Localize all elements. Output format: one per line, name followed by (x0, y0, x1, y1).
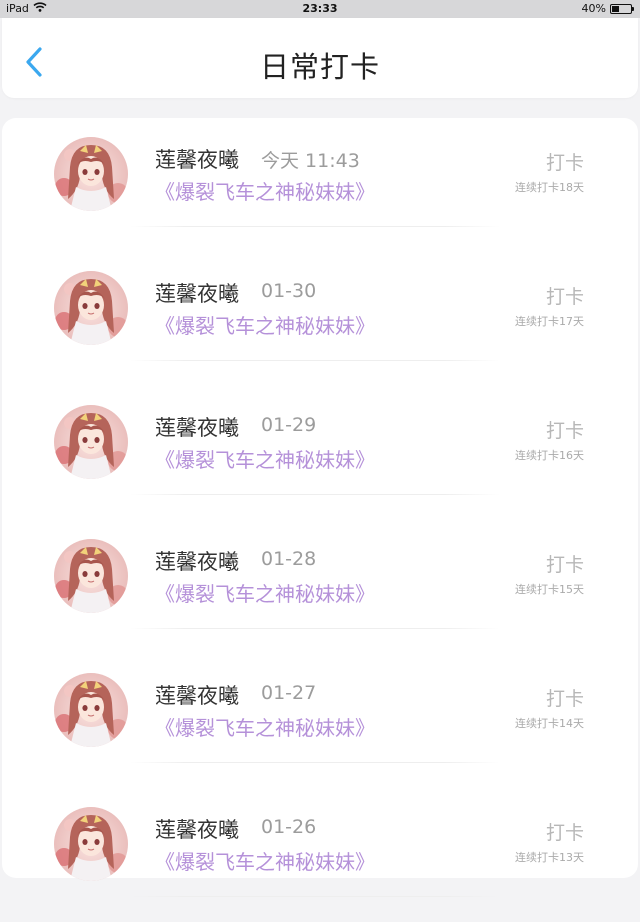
nav-header: 日常打卡 (2, 18, 638, 98)
streak-text: 连续打卡14天 (515, 717, 584, 730)
avatar[interactable] (54, 539, 128, 613)
book-title-link[interactable]: 《爆裂飞车之神秘妹妹》 (155, 310, 375, 339)
book-title-link[interactable]: 《爆裂飞车之神秘妹妹》 (155, 846, 375, 875)
checkin-button[interactable]: 打卡 (546, 550, 584, 577)
streak-text: 连续打卡16天 (515, 449, 584, 462)
list-item: 莲馨夜曦 01-29 《爆裂飞车之神秘妹妹》 打卡 连续打卡16天 (2, 386, 638, 520)
checkin-button[interactable]: 打卡 (546, 282, 584, 309)
avatar[interactable] (54, 405, 128, 479)
user-name[interactable]: 莲馨夜曦 (155, 412, 239, 442)
avatar[interactable] (54, 137, 128, 211)
divider (130, 494, 500, 495)
user-name[interactable]: 莲馨夜曦 (155, 278, 239, 308)
battery-percent: 40% (581, 2, 606, 15)
user-name[interactable]: 莲馨夜曦 (155, 814, 239, 844)
list-item: 莲馨夜曦 01-30 《爆裂飞车之神秘妹妹》 打卡 连续打卡17天 (2, 252, 638, 386)
divider (130, 628, 500, 629)
book-title-link[interactable]: 《爆裂飞车之神秘妹妹》 (155, 176, 375, 205)
avatar[interactable] (54, 673, 128, 747)
checkin-time: 01-30 (261, 280, 317, 302)
list-item: 莲馨夜曦 01-28 《爆裂飞车之神秘妹妹》 打卡 连续打卡15天 (2, 520, 638, 654)
checkin-time: 01-26 (261, 816, 317, 838)
user-name[interactable]: 莲馨夜曦 (155, 680, 239, 710)
list-item: 莲馨夜曦 01-27 《爆裂飞车之神秘妹妹》 打卡 连续打卡14天 (2, 654, 638, 788)
avatar[interactable] (54, 271, 128, 345)
checkin-time: 01-29 (261, 414, 317, 436)
divider (130, 896, 500, 897)
page-title: 日常打卡 (259, 50, 380, 84)
status-right: 40% (581, 2, 634, 15)
user-name[interactable]: 莲馨夜曦 (155, 144, 239, 174)
user-name[interactable]: 莲馨夜曦 (155, 546, 239, 576)
book-title-link[interactable]: 《爆裂飞车之神秘妹妹》 (155, 444, 375, 473)
list-item: 莲馨夜曦 今天 11:43 《爆裂飞车之神秘妹妹》 打卡 连续打卡18天 (2, 118, 638, 252)
status-time: 23:33 (302, 2, 338, 15)
avatar[interactable] (54, 807, 128, 881)
checkin-button[interactable]: 打卡 (546, 684, 584, 711)
checkin-button[interactable]: 打卡 (546, 148, 584, 175)
status-bar: iPad 23:33 40% (0, 0, 640, 18)
book-title-link[interactable]: 《爆裂飞车之神秘妹妹》 (155, 578, 375, 607)
streak-text: 连续打卡18天 (515, 181, 584, 194)
divider (130, 360, 500, 361)
checkin-list: 莲馨夜曦 今天 11:43 《爆裂飞车之神秘妹妹》 打卡 连续打卡18天 莲馨夜… (2, 118, 638, 897)
divider (130, 762, 500, 763)
checkin-time: 01-28 (261, 548, 317, 570)
checkin-time: 01-27 (261, 682, 317, 704)
streak-text: 连续打卡15天 (515, 583, 584, 596)
battery-icon (610, 3, 634, 14)
book-title-link[interactable]: 《爆裂飞车之神秘妹妹》 (155, 712, 375, 741)
checkin-button[interactable]: 打卡 (546, 416, 584, 443)
battery-level (612, 5, 620, 12)
divider (130, 226, 500, 227)
list-item: 莲馨夜曦 01-26 《爆裂飞车之神秘妹妹》 打卡 连续打卡13天 (2, 788, 638, 922)
streak-text: 连续打卡17天 (515, 315, 584, 328)
streak-text: 连续打卡13天 (515, 851, 584, 864)
checkin-time: 今天 11:43 (261, 150, 360, 172)
checkin-button[interactable]: 打卡 (546, 818, 584, 845)
